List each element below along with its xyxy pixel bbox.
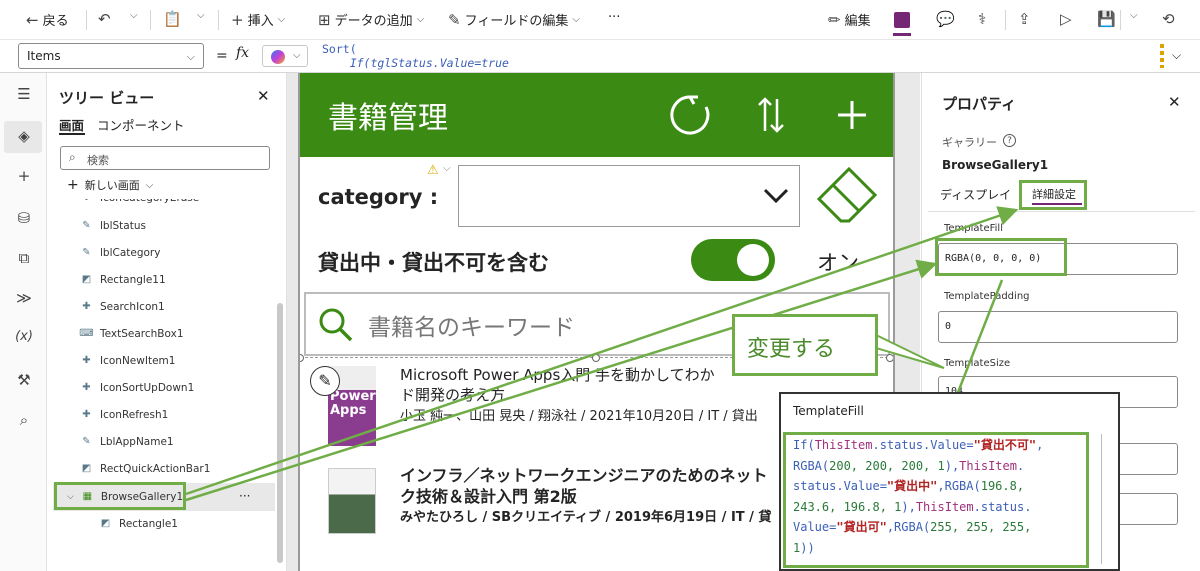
highlight-browsegallery — [54, 482, 186, 510]
code-token: RGBA( — [894, 520, 931, 534]
code-token: , — [1036, 438, 1044, 452]
code-token: "貸出不可" — [973, 438, 1037, 452]
code-token: 200, 200, 200, 1 — [829, 458, 945, 473]
code-token: RGBA( — [793, 458, 830, 473]
code-token: 255, 255, 255, — [930, 520, 1032, 534]
code-token: "貸出中" — [886, 479, 938, 493]
code-token: .status. — [973, 499, 1032, 514]
callout-text: 変更する — [747, 337, 836, 362]
popup-scrollbar[interactable] — [1101, 434, 1111, 564]
code-line: 243.6, 196.8, 1),ThisItem.status. — [793, 497, 1086, 518]
callout-box: 変更する — [732, 314, 878, 376]
code-token: ), — [901, 499, 916, 514]
templatefill-popup: TemplateFill If(ThisItem.status.Value="貸… — [779, 392, 1120, 571]
code-token: ), — [944, 458, 960, 473]
code-line: 1)) — [793, 538, 1086, 559]
code-token: .status.Value= — [872, 438, 974, 452]
code-token: . — [1016, 458, 1025, 473]
code-token: "貸出可" — [836, 520, 887, 534]
code-token: )) — [800, 540, 815, 555]
code-line: status.Value="貸出中",RGBA(196.8, — [793, 476, 1086, 497]
code-token: , — [886, 520, 895, 534]
code-line: If(ThisItem.status.Value="貸出不可", — [793, 435, 1086, 456]
code-token: ThisItem — [915, 499, 974, 514]
code-token: , — [937, 479, 945, 493]
code-token: ThisItem — [814, 438, 873, 452]
code-token: ThisItem — [959, 458, 1017, 473]
code-token: 243.6, 196.8, 1 — [793, 499, 902, 514]
code-token: Value= — [793, 520, 837, 534]
code-token: 196.8, — [980, 479, 1025, 493]
code-line: Value="貸出可",RGBA(255, 255, 255, — [793, 517, 1086, 538]
highlight-templatefill — [935, 238, 1067, 276]
callout-tail — [875, 333, 945, 369]
formula-code: If(ThisItem.status.Value="貸出不可", RGBA(200… — [793, 435, 1086, 558]
code-token: If( — [793, 438, 815, 452]
popup-title: TemplateFill — [793, 404, 864, 418]
code-line: RGBA(200, 200, 200, 1),ThisItem. — [793, 456, 1086, 477]
highlight-advanced-tab — [1019, 180, 1087, 210]
formula-code-editor[interactable]: If(ThisItem.status.Value="貸出不可", RGBA(200… — [783, 432, 1089, 568]
code-token: status.Value= — [793, 479, 887, 493]
code-token: RGBA( — [944, 479, 981, 493]
